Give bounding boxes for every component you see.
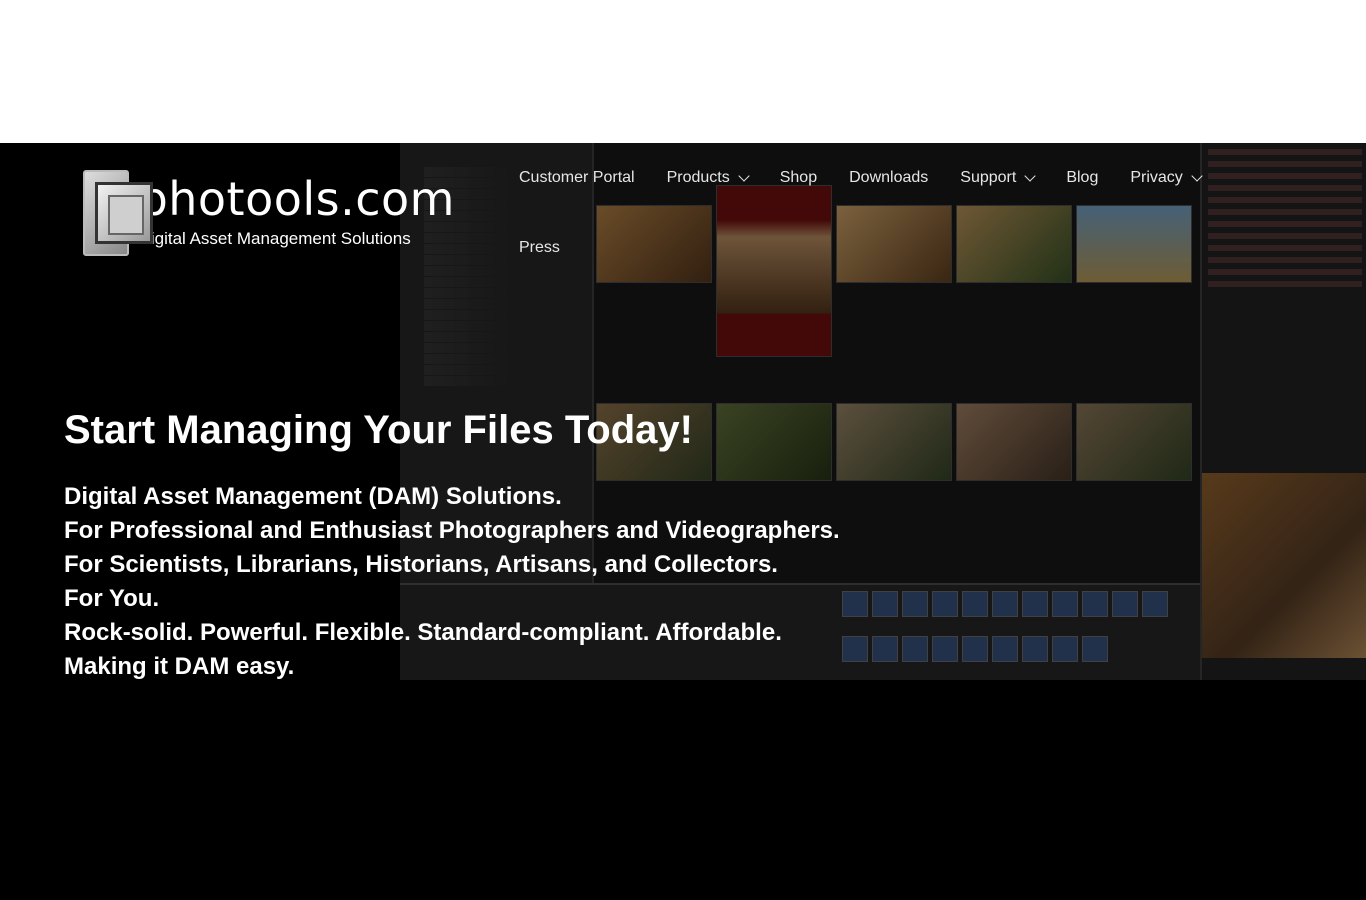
hero-line: Rock-solid. Powerful. Flexible. Standard… <box>64 619 782 646</box>
chevron-down-icon <box>738 170 750 182</box>
hero-line: For You. <box>64 585 160 612</box>
site-logo[interactable]: photools.com Digital Asset Management So… <box>83 169 455 257</box>
hero-line: For Professional and Enthusiast Photogra… <box>64 517 840 544</box>
top-white-band <box>0 0 1366 143</box>
logo-tagline: Digital Asset Management Solutions <box>138 229 411 248</box>
nav-customer-portal[interactable]: Customer Portal <box>519 169 635 187</box>
nav-press[interactable]: Press <box>519 239 560 257</box>
nav-support[interactable]: Support <box>960 169 1036 187</box>
hero-line: Making it DAM easy. <box>64 653 295 680</box>
logo-icon <box>83 170 153 256</box>
nav-products[interactable]: Products <box>667 169 750 187</box>
hero-copy: Digital Asset Management (DAM) Solutions… <box>64 480 840 684</box>
hero-line: For Scientists, Librarians, Historians, … <box>64 551 778 578</box>
logo-name: photools.com <box>138 172 455 226</box>
hero-headline: Start Managing Your Files Today! <box>64 408 693 452</box>
hero-section: photools.com Digital Asset Management So… <box>0 143 1366 900</box>
nav-blog[interactable]: Blog <box>1066 169 1098 187</box>
nav-privacy[interactable]: Privacy <box>1130 169 1203 187</box>
main-nav: Customer Portal Products Shop Downloads … <box>519 167 1259 259</box>
chevron-down-icon <box>1191 170 1203 182</box>
chevron-down-icon <box>1024 170 1036 182</box>
nav-shop[interactable]: Shop <box>780 169 817 187</box>
nav-downloads[interactable]: Downloads <box>849 169 928 187</box>
hero-line: Digital Asset Management (DAM) Solutions… <box>64 483 562 510</box>
